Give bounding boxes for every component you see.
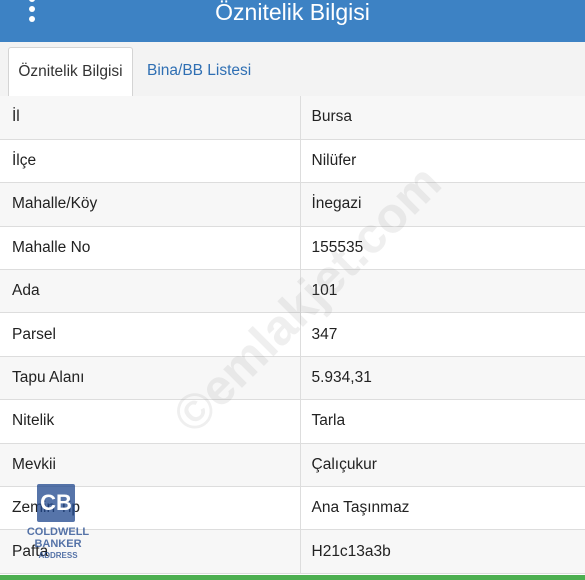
table-row: Ada 101 bbox=[0, 269, 585, 314]
bottom-accent-bar bbox=[0, 575, 585, 580]
attribute-table: İl Bursa İlçe Nilüfer Mahalle/Köy İnegazi M… bbox=[0, 96, 585, 574]
row-value: İnegazi bbox=[300, 182, 585, 227]
row-value: 155535 bbox=[300, 226, 585, 271]
row-key: Tapu Alanı bbox=[0, 356, 301, 401]
row-key: Zemin Tip bbox=[0, 486, 301, 531]
table-row: İl Bursa bbox=[0, 96, 585, 140]
row-value: Tarla bbox=[300, 399, 585, 444]
table-row: Parsel 347 bbox=[0, 312, 585, 357]
row-value: Bursa bbox=[300, 96, 585, 140]
row-value: Nilüfer bbox=[300, 139, 585, 184]
app-header: Öznitelik Bilgisi bbox=[0, 0, 585, 42]
row-value: H21c13a3b bbox=[300, 529, 585, 574]
row-key: Mahalle No bbox=[0, 226, 301, 271]
table-row: Mevkii Çalıçukur bbox=[0, 443, 585, 488]
table-row: İlçe Nilüfer bbox=[0, 139, 585, 184]
row-value: Çalıçukur bbox=[300, 443, 585, 488]
table-row: Pafta H21c13a3b bbox=[0, 529, 585, 574]
row-key: İl bbox=[0, 96, 301, 140]
tab-bar: Öznitelik Bilgisi Bina/BB Listesi bbox=[0, 42, 585, 97]
row-key: Nitelik bbox=[0, 399, 301, 444]
row-key: İlçe bbox=[0, 139, 301, 184]
row-value: Ana Taşınmaz bbox=[300, 486, 585, 531]
tab-oznitelik-bilgisi[interactable]: Öznitelik Bilgisi bbox=[8, 47, 133, 97]
table-row: Mahalle No 155535 bbox=[0, 226, 585, 271]
row-value: 101 bbox=[300, 269, 585, 314]
row-key: Pafta bbox=[0, 529, 301, 574]
tab-bina-bb-listesi[interactable]: Bina/BB Listesi bbox=[147, 47, 251, 97]
table-row: Nitelik Tarla bbox=[0, 399, 585, 444]
page-title: Öznitelik Bilgisi bbox=[215, 0, 370, 25]
table-row: Tapu Alanı 5.934,31 bbox=[0, 356, 585, 401]
table-row: Mahalle/Köy İnegazi bbox=[0, 182, 585, 227]
table-row: Zemin Tip Ana Taşınmaz bbox=[0, 486, 585, 531]
row-value: 5.934,31 bbox=[300, 356, 585, 401]
row-key: Mevkii bbox=[0, 443, 301, 488]
row-key: Parsel bbox=[0, 312, 301, 357]
row-value: 347 bbox=[300, 312, 585, 357]
row-key: Mahalle/Köy bbox=[0, 182, 301, 227]
row-key: Ada bbox=[0, 269, 301, 314]
